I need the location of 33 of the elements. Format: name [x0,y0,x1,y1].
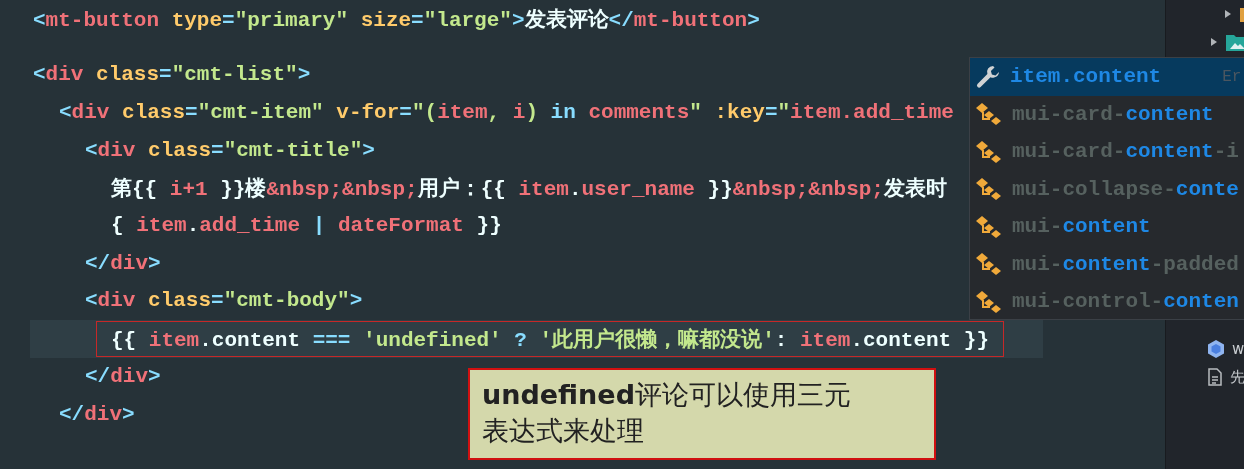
code-line: <mt-button type="primary" size="large">发表评论</mt-button> [33,7,760,33]
annotation-text: undefined评论可以使用三元表达式来处理 [482,378,852,448]
tag-icon [975,139,1003,164]
wrench-icon [975,63,1001,90]
tag-icon [975,289,1003,314]
code-line: <div class="cmt-list"> [33,63,311,87]
shortcut-hint: Er [1222,67,1242,86]
code-line: </div> [85,364,161,388]
expand-arrow-icon[interactable] [1210,37,1218,47]
suggestion-item[interactable]: mui-card-content-i [970,133,1244,171]
hexagon-icon [1208,340,1224,358]
code-line: </div> [85,251,161,275]
tag-icon [975,252,1003,277]
tag-icon [975,214,1003,239]
code-line: <div class="cmt-body"> [85,289,363,313]
suggestion-item[interactable]: mui-control-conten [970,283,1244,319]
suggestion-item[interactable]: mui-collapse-conte [970,170,1244,208]
file-icon [1208,368,1222,386]
code-line: <div class="cmt-item" v-for="(item, i) in comments" :key="item.add_time [59,101,954,125]
file-name[interactable]: w [1232,340,1244,358]
code-line: { item.add_time | dateFormat }} [111,214,502,238]
code-line: 第{{ i+1 }}楼&nbsp;&nbsp;用户：{{ item.user_name }}&nbsp;&nbsp;发表时 [111,176,947,202]
suggestion-item[interactable]: item.content Er [970,58,1244,96]
code-line: </div> [59,402,135,426]
file-name[interactable]: 先 [1230,367,1244,387]
code-line: <div class="cmt-title"> [85,138,375,162]
suggestion-item[interactable]: mui-content-padded [970,245,1244,283]
expand-arrow-icon[interactable] [1224,9,1232,19]
code-line: {{ item.content === 'undefined' ? '此用户很懒，嘛都没说': item.content }} [111,327,989,353]
suggestion-item[interactable]: mui-card-content [970,95,1244,133]
tag-icon [975,102,1003,127]
suggestion-item[interactable]: mui-content [970,208,1244,246]
tag-icon [975,177,1003,202]
